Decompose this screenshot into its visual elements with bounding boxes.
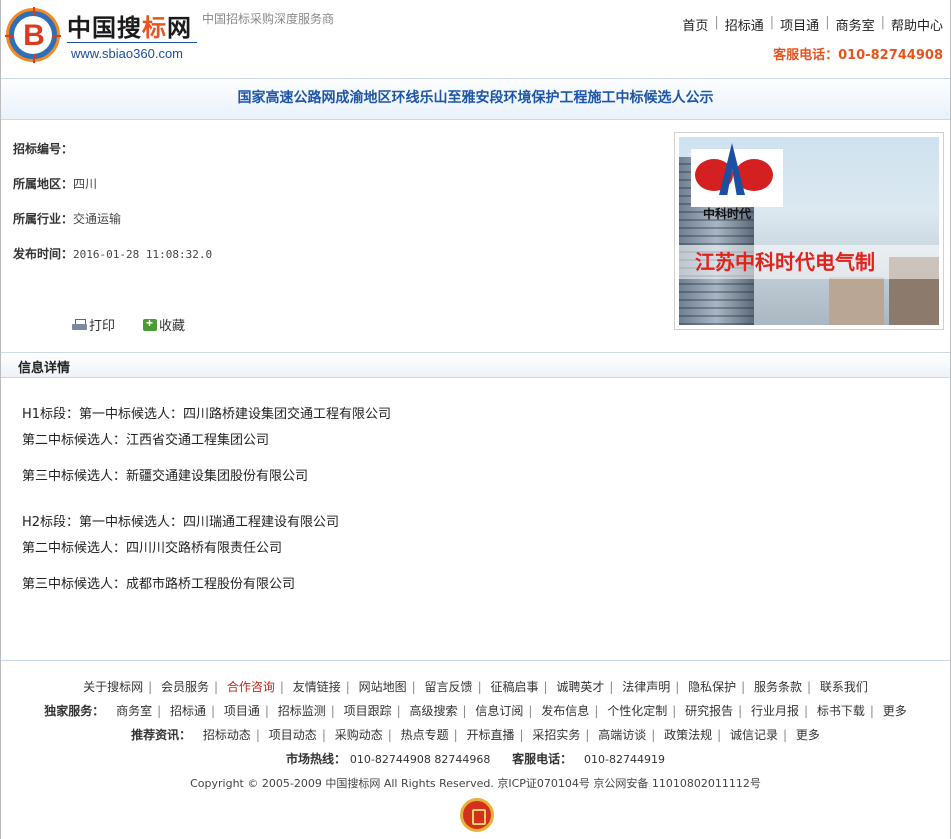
recommend-link[interactable]: 招标动态: [203, 728, 251, 742]
brand-url[interactable]: www.sbiao360.com: [71, 46, 183, 61]
exclusive-link[interactable]: 发布信息: [541, 704, 589, 718]
exclusive-link[interactable]: 更多: [883, 704, 907, 718]
recommend-link[interactable]: 政策法规: [664, 728, 712, 742]
detail-line: 第二中标候选人：江西省交通工程集团公司: [22, 433, 270, 448]
recommend-link[interactable]: 热点专题: [401, 728, 449, 742]
detail-header: 信息详情: [1, 352, 950, 378]
detail-heading: 信息详情: [18, 361, 71, 376]
exclusive-link[interactable]: 个性化定制: [607, 704, 667, 718]
top-nav: 首页 | 招标通 | 项目通 | 商务室 | 帮助中心: [676, 15, 949, 34]
detail-line: 第三中标候选人：成都市路桥工程股份有限公司: [22, 577, 296, 592]
detail-line: 第二中标候选人：四川川交路桥有限责任公司: [22, 541, 283, 556]
meta-bid-number: 招标编号：: [13, 142, 74, 156]
recommend-link[interactable]: 诚信记录: [730, 728, 778, 742]
footer-recommend: 推荐资讯： 招标动态 | 项目动态 | 采购动态 | 热点专题 | 开标直播 | 采招实务…: [131, 728, 820, 742]
recommend-link[interactable]: 采招实务: [532, 728, 580, 742]
nav-tender[interactable]: 招标通: [719, 15, 770, 34]
exclusive-link[interactable]: 标书下载: [817, 704, 865, 718]
recommend-link[interactable]: 开标直播: [466, 728, 514, 742]
footer-link[interactable]: 服务条款: [754, 680, 802, 694]
police-badge-icon[interactable]: [460, 798, 494, 832]
market-hotline-number: 010-82744908 82744968: [349, 753, 491, 766]
recommend-link[interactable]: 更多: [796, 728, 820, 742]
exclusive-label: 独家服务：: [44, 704, 105, 718]
detail-line: H2标段：第一中标候选人：四川瑞通工程建设有限公司: [22, 515, 340, 530]
brand-underline: [67, 42, 197, 43]
exclusive-link[interactable]: 项目跟踪: [344, 704, 392, 718]
ad-banner[interactable]: 中科时代 江苏中科时代电气制: [674, 132, 944, 330]
recommend-label: 推荐资讯：: [131, 728, 192, 742]
exclusive-link[interactable]: 行业月报: [751, 704, 799, 718]
print-button[interactable]: 打印: [72, 315, 115, 334]
footer-link[interactable]: 关于搜标网: [83, 680, 143, 694]
detail-line: H1标段：第一中标候选人：四川路桥建设集团交通工程有限公司: [22, 407, 392, 422]
service-phone-number: 010-82744919: [584, 753, 665, 766]
exclusive-link[interactable]: 信息订阅: [475, 704, 523, 718]
meta-region: 所属地区：四川: [13, 177, 98, 191]
recommend-link[interactable]: 项目动态: [269, 728, 317, 742]
favorite-icon: [143, 316, 158, 331]
exclusive-link[interactable]: 高级搜索: [410, 704, 458, 718]
printer-icon: [72, 318, 87, 331]
exclusive-link[interactable]: 项目通: [224, 704, 260, 718]
detail-line: 第三中标候选人：新疆交通建设集团股份有限公司: [22, 469, 309, 484]
exclusive-link[interactable]: 招标监测: [278, 704, 326, 718]
exclusive-link[interactable]: 商务室: [116, 704, 152, 718]
recommend-link[interactable]: 高端访谈: [598, 728, 646, 742]
brand-name[interactable]: 中国搜标网: [67, 8, 192, 43]
exclusive-link[interactable]: 研究报告: [685, 704, 733, 718]
service-phone-label: 客服电话：: [512, 752, 573, 766]
footer-link[interactable]: 合作咨询: [227, 680, 275, 694]
footer-link[interactable]: 征稿启事: [490, 680, 538, 694]
content-divider: [1, 660, 950, 661]
favorite-button[interactable]: 收藏: [143, 315, 185, 334]
footer-link[interactable]: 诚聘英才: [556, 680, 604, 694]
nav-help[interactable]: 帮助中心: [885, 15, 949, 34]
ad-logo-text: 中科时代: [703, 207, 752, 221]
footer-link[interactable]: 友情链接: [293, 680, 341, 694]
nav-business[interactable]: 商务室: [830, 15, 881, 34]
market-hotline-label: 市场热线：: [286, 752, 347, 766]
nav-home[interactable]: 首页: [676, 15, 714, 34]
meta-industry: 所属行业：交通运输: [13, 212, 122, 226]
logo-icon[interactable]: B: [5, 7, 61, 63]
title-bar: 国家高速公路网成渝地区环线乐山至雅安段环境保护工程施工中标候选人公示: [1, 78, 950, 120]
action-bar: 打印 收藏: [72, 315, 185, 334]
page-title: 国家高速公路网成渝地区环线乐山至雅安段环境保护工程施工中标候选人公示: [237, 90, 714, 106]
recommend-link[interactable]: 采购动态: [335, 728, 383, 742]
nav-project[interactable]: 项目通: [774, 15, 825, 34]
copyright: Copyright © 2005-2009 中国搜标网 All Rights R…: [190, 777, 761, 790]
footer-link[interactable]: 隐私保护: [688, 680, 736, 694]
footer-link[interactable]: 留言反馈: [425, 680, 473, 694]
footer-links: 关于搜标网 | 会员服务 | 合作咨询 | 友情链接 | 网站地图 | 留言反馈 | 征稿启…: [83, 680, 868, 694]
footer-exclusive: 独家服务： 商务室 | 招标通 | 项目通 | 招标监测 | 项目跟踪 | 高级搜索 | 信…: [44, 704, 907, 718]
footer-hotlines: 市场热线： 010-82744908 82744968 客服电话： 010-82…: [0, 750, 951, 767]
slogan: 中国招标采购深度服务商: [202, 12, 335, 26]
service-hotline: 客服电话：010-82744908: [773, 48, 943, 63]
footer-link[interactable]: 会员服务: [161, 680, 209, 694]
ad-company-name: 江苏中科时代电气制: [679, 245, 939, 279]
footer-link[interactable]: 网站地图: [359, 680, 407, 694]
footer-link[interactable]: 联系我们: [820, 680, 868, 694]
footer-link[interactable]: 法律声明: [622, 680, 670, 694]
meta-publish-time: 发布时间：2016-01-28 11:08:32.0: [13, 247, 213, 261]
exclusive-link[interactable]: 招标通: [170, 704, 206, 718]
